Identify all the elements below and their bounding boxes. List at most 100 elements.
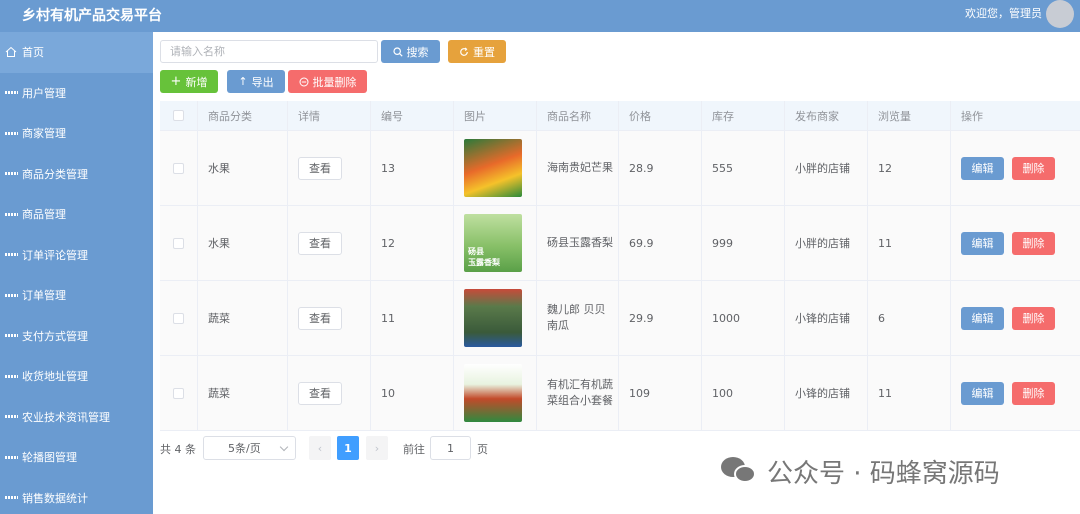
grid-icon <box>5 330 17 342</box>
sidebar-item-order-reviews[interactable]: 订单评论管理 <box>0 235 153 276</box>
category-cell: 蔬菜 <box>198 356 288 430</box>
main-content: 请输入名称 搜索 重置 + 新增 ↑ 导出 批量删除 商品分类 详情 编号 图片… <box>153 32 1080 514</box>
sidebar-item-agri-news[interactable]: 农业技术资讯管理 <box>0 397 153 438</box>
watermark-text: 公众号 · 码蜂窝源码 <box>767 458 1000 489</box>
page-size-select[interactable]: 5条/页 <box>203 436 296 460</box>
minus-circle-icon <box>299 77 308 86</box>
sidebar-item-products[interactable]: 商品管理 <box>0 194 153 235</box>
pumpkin-product-image <box>464 289 522 347</box>
shop-cell: 小锋的店铺 <box>785 281 868 355</box>
edit-button[interactable]: 编辑 <box>961 306 1004 330</box>
sidebar-item-label: 首页 <box>22 46 44 60</box>
view-button[interactable]: 查看 <box>298 381 342 405</box>
reset-button[interactable]: 重置 <box>448 40 506 63</box>
id-cell: 13 <box>371 131 454 205</box>
chevron-left-icon: ‹ <box>317 441 323 455</box>
price-cell: 29.9 <box>619 281 702 355</box>
reset-button-label: 重置 <box>473 45 495 59</box>
shop-cell: 小胖的店铺 <box>785 131 868 205</box>
stock-cell: 1000 <box>702 281 785 355</box>
sidebar-item-orders[interactable]: 订单管理 <box>0 275 153 316</box>
view-button[interactable]: 查看 <box>298 156 342 180</box>
sidebar-item-label: 商品管理 <box>22 208 66 222</box>
sidebar-item-categories[interactable]: 商品分类管理 <box>0 154 153 195</box>
sidebar-item-sales-stats[interactable]: 销售数据统计 <box>0 478 153 514</box>
goto-label: 前往 <box>403 443 425 456</box>
shop-cell: 小胖的店铺 <box>785 206 868 280</box>
sidebar-item-carousel[interactable]: 轮播图管理 <box>0 437 153 478</box>
column-header: 商品分类 <box>198 101 288 130</box>
sidebar-item-merchants[interactable]: 商家管理 <box>0 113 153 154</box>
avatar[interactable] <box>1046 0 1074 28</box>
grid-icon <box>5 87 17 99</box>
grid-icon <box>5 168 17 180</box>
row-checkbox[interactable] <box>173 387 184 399</box>
column-header: 库存 <box>702 101 785 130</box>
prev-page-button[interactable]: ‹ <box>309 436 331 460</box>
batch-delete-label: 批量删除 <box>312 75 357 89</box>
row-checkbox[interactable] <box>173 162 184 174</box>
edit-button[interactable]: 编辑 <box>961 156 1004 180</box>
views-cell: 12 <box>868 131 951 205</box>
search-button[interactable]: 搜索 <box>381 40 440 63</box>
view-button[interactable]: 查看 <box>298 306 342 330</box>
table-header: 商品分类 详情 编号 图片 商品名称 价格 库存 发布商家 浏览量 操作 <box>160 101 1080 131</box>
column-header: 图片 <box>454 101 537 130</box>
stock-cell: 100 <box>702 356 785 430</box>
view-button[interactable]: 查看 <box>298 231 342 255</box>
image-text: 玉露香梨 <box>468 258 500 267</box>
chevron-down-icon <box>279 442 289 452</box>
goto-page-input[interactable]: 1 <box>430 436 471 460</box>
table-row: 水果 查看 12 砀县 玉露香梨 砀县玉露香梨 69.9 999 小胖的店铺 1… <box>160 206 1080 281</box>
sidebar-item-label: 收货地址管理 <box>22 370 88 384</box>
sidebar-item-label: 商品分类管理 <box>22 167 88 181</box>
column-header: 发布商家 <box>785 101 868 130</box>
row-checkbox[interactable] <box>173 237 184 249</box>
table-row: 蔬菜 查看 11 魏儿郎 贝贝南瓜 29.9 1000 小锋的店铺 6 编辑 删… <box>160 281 1080 356</box>
id-cell: 10 <box>371 356 454 430</box>
category-cell: 水果 <box>198 206 288 280</box>
delete-button[interactable]: 删除 <box>1012 306 1055 330</box>
export-button[interactable]: ↑ 导出 <box>227 70 285 93</box>
grid-icon <box>5 208 17 220</box>
column-header: 浏览量 <box>868 101 951 130</box>
column-header: 编号 <box>371 101 454 130</box>
plus-icon: + <box>170 74 182 89</box>
search-input[interactable]: 请输入名称 <box>160 40 378 63</box>
stock-cell: 555 <box>702 131 785 205</box>
vegetable-set-product-image <box>464 364 522 422</box>
sidebar-item-label: 订单管理 <box>22 289 66 303</box>
pear-product-image: 砀县 玉露香梨 <box>464 214 522 272</box>
batch-delete-button[interactable]: 批量删除 <box>288 70 367 93</box>
page-number-button[interactable]: 1 <box>337 436 359 460</box>
product-name: 砀县玉露香梨 <box>547 236 613 249</box>
sidebar-item-label: 销售数据统计 <box>22 491 88 505</box>
edit-button[interactable]: 编辑 <box>961 231 1004 255</box>
product-table: 商品分类 详情 编号 图片 商品名称 价格 库存 发布商家 浏览量 操作 水果 … <box>160 101 1080 431</box>
page-unit-label: 页 <box>477 443 488 456</box>
sidebar-item-users[interactable]: 用户管理 <box>0 73 153 114</box>
sidebar-item-label: 用户管理 <box>22 86 66 100</box>
sidebar-item-label: 支付方式管理 <box>22 329 88 343</box>
sidebar-item-payment-methods[interactable]: 支付方式管理 <box>0 316 153 357</box>
select-all-checkbox[interactable] <box>173 110 184 121</box>
row-checkbox[interactable] <box>173 312 184 324</box>
home-icon <box>5 46 17 58</box>
table-row: 水果 查看 13 海南贵妃芒果 28.9 555 小胖的店铺 12 编辑 删除 <box>160 131 1080 206</box>
next-page-button[interactable]: › <box>366 436 388 460</box>
refresh-icon <box>460 47 468 56</box>
sidebar-item-addresses[interactable]: 收货地址管理 <box>0 356 153 397</box>
views-cell: 11 <box>868 206 951 280</box>
delete-button[interactable]: 删除 <box>1012 381 1055 405</box>
stock-cell: 999 <box>702 206 785 280</box>
column-header: 商品名称 <box>537 101 619 130</box>
grid-icon <box>5 411 17 423</box>
edit-button[interactable]: 编辑 <box>961 381 1004 405</box>
delete-button[interactable]: 删除 <box>1012 156 1055 180</box>
sidebar-item-home[interactable]: 首页 <box>0 32 153 73</box>
delete-button[interactable]: 删除 <box>1012 231 1055 255</box>
mango-product-image <box>464 139 522 197</box>
product-name: 有机汇有机蔬菜组合小套餐 <box>547 378 613 407</box>
views-cell: 6 <box>868 281 951 355</box>
add-button[interactable]: + 新增 <box>160 70 218 93</box>
